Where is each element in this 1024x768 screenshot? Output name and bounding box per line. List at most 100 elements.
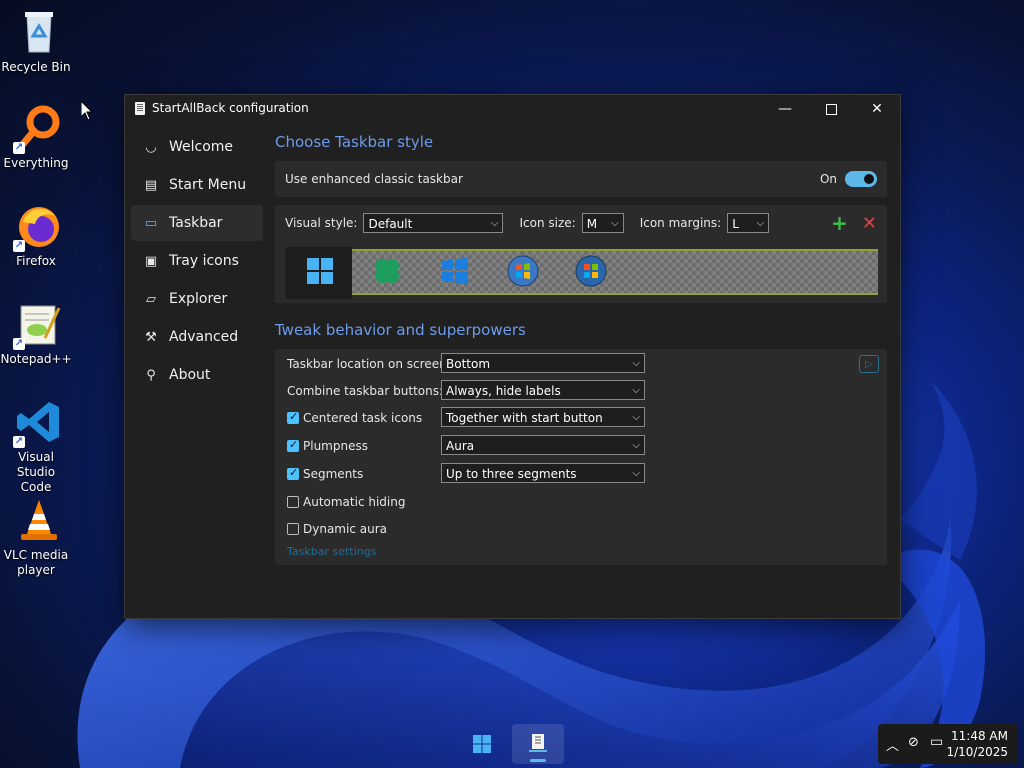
sidebar-item-welcome[interactable]: ◡ Welcome <box>131 129 263 165</box>
desktop-icon-vscode[interactable]: ↗ Visual Studio Code <box>0 398 78 495</box>
clock-time: 11:48 AM <box>951 729 1008 743</box>
dynamic-aura-checkbox[interactable] <box>287 523 299 535</box>
centered-row[interactable]: Centered task icons <box>287 410 422 425</box>
taskbar-style-heading: Choose Taskbar style <box>275 133 434 151</box>
windows11-logo-icon[interactable] <box>304 255 336 287</box>
desktop-icon-label: Visual Studio Code <box>16 450 56 494</box>
tray-icon: ▣ <box>144 253 158 269</box>
add-style-button[interactable]: + <box>831 211 848 235</box>
close-button[interactable]: ✕ <box>854 95 900 123</box>
minimize-button[interactable]: — <box>762 95 808 123</box>
segments-checkbox[interactable] <box>287 466 299 480</box>
network-icon[interactable]: ⊘ <box>908 735 919 750</box>
chevron-down-icon: ⌵ <box>611 218 619 229</box>
startallback-app-icon <box>529 734 547 752</box>
active-app-indicator <box>530 759 546 762</box>
segments-select[interactable]: Up to three segments ⌵ <box>441 463 645 483</box>
icon-margins-label: Icon margins: <box>639 216 722 230</box>
remove-style-button[interactable]: ✕ <box>862 213 877 234</box>
sidebar: ◡ Welcome ▤ Start Menu ▭ Taskbar ▣ Tray … <box>131 129 263 395</box>
sidebar-item-explorer[interactable]: ▱ Explorer <box>131 281 263 317</box>
taskbar-preview <box>275 241 887 303</box>
chevron-down-icon: ⌵ <box>632 440 640 451</box>
segments-label: Segments <box>303 467 364 481</box>
sidebar-item-advanced[interactable]: ⚒ Advanced <box>131 319 263 355</box>
style-options-row: Visual style: Default ⌵ Icon size: M ⌵ I… <box>275 205 887 241</box>
vlc-cone-icon <box>15 496 63 544</box>
notepadpp-icon: ↗ <box>13 300 63 350</box>
clover-logo-icon[interactable] <box>371 255 403 287</box>
windows10-logo-icon[interactable] <box>439 255 471 287</box>
maximize-button[interactable] <box>808 95 854 123</box>
enhanced-taskbar-toggle[interactable] <box>845 171 877 187</box>
autohide-checkbox[interactable] <box>287 496 299 508</box>
desktop-icon-firefox[interactable]: ↗ Firefox <box>0 202 78 269</box>
sidebar-item-label: Tray icons <box>169 253 239 269</box>
location-label: Taskbar location on screen: <box>287 357 451 371</box>
tweak-card: ▷ Taskbar location on screen: Bottom ⌵ C… <box>275 349 887 565</box>
combine-select[interactable]: Always, hide labels ⌵ <box>441 380 645 400</box>
play-video-icon[interactable]: ▷ <box>859 355 879 373</box>
desktop-icon-notepadpp[interactable]: ↗ Notepad++ <box>0 300 78 367</box>
taskbar-startallback-button[interactable] <box>512 724 564 764</box>
plumpness-checkbox[interactable] <box>287 438 299 452</box>
dynamic-aura-label: Dynamic aura <box>303 522 387 536</box>
wrench-icon: ⚒ <box>145 329 157 345</box>
plumpness-row[interactable]: Plumpness <box>287 438 368 453</box>
start-menu-icon: ▤ <box>144 177 158 193</box>
shortcut-arrow-icon: ↗ <box>13 142 25 154</box>
maximize-icon <box>825 103 837 115</box>
style-card: Visual style: Default ⌵ Icon size: M ⌵ I… <box>275 205 887 303</box>
icon-size-select[interactable]: M ⌵ <box>581 213 624 233</box>
desktop-icon-recycle-bin[interactable]: Recycle Bin <box>0 8 78 75</box>
segments-row[interactable]: Segments <box>287 466 364 481</box>
enhanced-taskbar-label: Use enhanced classic taskbar <box>285 172 463 186</box>
icon-size-value: M <box>586 217 598 231</box>
icon-margins-value: L <box>732 217 739 231</box>
plumpness-select[interactable]: Aura ⌵ <box>441 435 645 455</box>
taskbar-start-button[interactable] <box>456 724 508 764</box>
plumpness-label: Plumpness <box>303 439 368 453</box>
sidebar-item-start-menu[interactable]: ▤ Start Menu <box>131 167 263 203</box>
desktop-icon-vlc[interactable]: VLC media player <box>0 496 78 578</box>
title-bar[interactable]: StartAllBack configuration — ✕ <box>125 95 900 123</box>
dynamic-aura-row[interactable]: Dynamic aura <box>287 522 387 536</box>
volume-icon[interactable]: ▭ <box>930 734 943 750</box>
tweak-heading: Tweak behavior and superpowers <box>275 321 526 339</box>
visual-style-select[interactable]: Default ⌵ <box>363 213 504 233</box>
icon-margins-select[interactable]: L ⌵ <box>727 213 770 233</box>
autohide-label: Automatic hiding <box>303 495 406 509</box>
mouse-cursor-icon <box>81 101 93 121</box>
sidebar-item-about[interactable]: ⚲ About <box>131 357 263 393</box>
autohide-row[interactable]: Automatic hiding <box>287 495 405 509</box>
taskbar-settings-link[interactable]: Taskbar settings <box>287 545 376 558</box>
smile-icon: ◡ <box>145 139 157 155</box>
vscode-icon: ↗ <box>13 398 63 448</box>
windows7-orb-icon[interactable] <box>507 255 539 287</box>
location-row: Taskbar location on screen: <box>287 357 451 371</box>
vista-orb-icon[interactable] <box>575 255 607 287</box>
desktop-icon-label: Recycle Bin <box>1 60 71 74</box>
desktop-icon-everything[interactable]: ↗ Everything <box>0 104 78 171</box>
show-hidden-icons-chevron-icon[interactable]: ︿ <box>886 735 899 754</box>
enhanced-taskbar-row: Use enhanced classic taskbar On <box>275 161 887 197</box>
desktop-icon-label: Firefox <box>16 254 56 268</box>
clock[interactable]: 11:48 AM 1/10/2025 <box>946 728 1008 760</box>
shortcut-arrow-icon: ↗ <box>13 436 25 448</box>
taskbar-icon: ▭ <box>144 215 158 231</box>
centered-checkbox[interactable] <box>287 410 299 424</box>
centered-select[interactable]: Together with start button ⌵ <box>441 407 645 427</box>
toggle-state-label: On <box>819 172 837 186</box>
windows-start-icon <box>473 735 491 753</box>
main-content: Choose Taskbar style Use enhanced classi… <box>275 129 887 565</box>
icon-size-label: Icon size: <box>519 216 576 230</box>
location-select[interactable]: Bottom ⌵ <box>441 353 645 373</box>
sidebar-item-label: Start Menu <box>169 177 247 193</box>
sidebar-item-tray-icons[interactable]: ▣ Tray icons <box>131 243 263 279</box>
shortcut-arrow-icon: ↗ <box>13 240 25 252</box>
sidebar-item-label: Advanced <box>169 329 239 345</box>
startallback-window: StartAllBack configuration — ✕ ◡ Welcome… <box>124 94 901 619</box>
preview-strip <box>352 249 878 295</box>
chevron-down-icon: ⌵ <box>632 468 640 479</box>
sidebar-item-taskbar[interactable]: ▭ Taskbar <box>131 205 263 241</box>
